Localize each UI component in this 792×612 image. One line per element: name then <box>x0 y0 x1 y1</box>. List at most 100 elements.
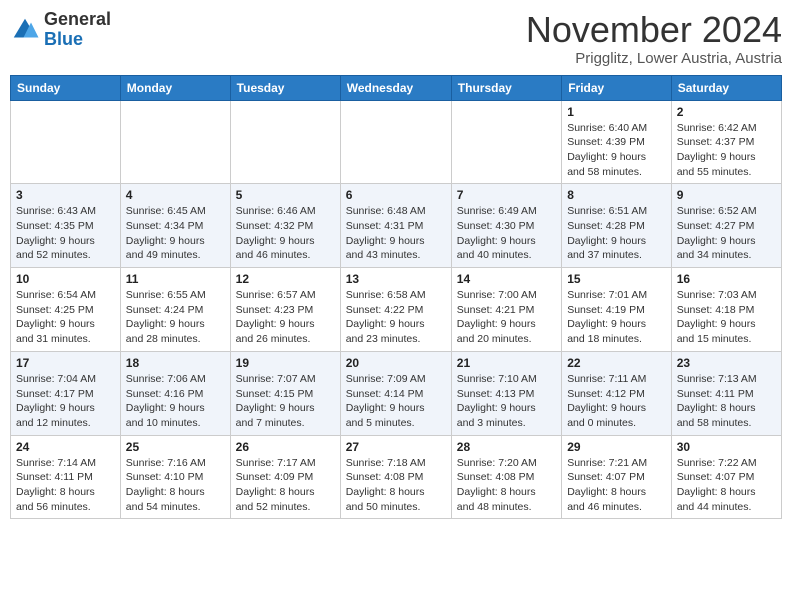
calendar-week-row: 3 Sunrise: 6:43 AMSunset: 4:35 PMDaylight… <box>11 184 782 268</box>
day-number: 20 <box>346 356 446 370</box>
calendar-week-row: 1Sunrise: 6:40 AMSunset: 4:39 PMDaylight… <box>11 100 782 184</box>
day-number: 1 <box>567 105 666 119</box>
day-number: 30 <box>677 440 776 454</box>
day-info: Sunrise: 7:14 AMSunset: 4:11 PMDaylight:… <box>16 456 115 515</box>
calendar-cell: 30 Sunrise: 7:22 AMSunset: 4:07 PMDayligh… <box>671 435 781 519</box>
day-info: Sunrise: 7:10 AMSunset: 4:13 PMDaylight:… <box>457 372 556 431</box>
day-info: Sunrise: 7:11 AMSunset: 4:12 PMDaylight:… <box>567 372 666 431</box>
day-number: 12 <box>236 272 335 286</box>
calendar-cell: 10 Sunrise: 6:54 AMSunset: 4:25 PMDayligh… <box>11 268 121 352</box>
day-info: Sunrise: 7:06 AMSunset: 4:16 PMDaylight:… <box>126 372 225 431</box>
weekday-header: Sunday <box>11 75 121 100</box>
day-number: 27 <box>346 440 446 454</box>
day-info: Sunrise: 7:18 AMSunset: 4:08 PMDaylight:… <box>346 456 446 515</box>
calendar-cell: 25Sunrise: 7:16 AMSunset: 4:10 PMDayligh… <box>120 435 230 519</box>
month-title: November 2024 <box>526 10 782 50</box>
day-info: Sunrise: 6:45 AMSunset: 4:34 PMDaylight:… <box>126 204 225 263</box>
day-info: Sunrise: 6:49 AMSunset: 4:30 PMDaylight:… <box>457 204 556 263</box>
day-number: 2 <box>677 105 776 119</box>
day-info: Sunrise: 7:21 AMSunset: 4:07 PMDaylight:… <box>567 456 666 515</box>
day-info: Sunrise: 7:07 AMSunset: 4:15 PMDaylight:… <box>236 372 335 431</box>
weekday-header-row: SundayMondayTuesdayWednesdayThursdayFrid… <box>11 75 782 100</box>
day-number: 16 <box>677 272 776 286</box>
calendar-cell: 14 Sunrise: 7:00 AMSunset: 4:21 PMDayligh… <box>451 268 561 352</box>
page: General Blue November 2024 Prigglitz, Lo… <box>0 0 792 612</box>
calendar-cell: 20 Sunrise: 7:09 AMSunset: 4:14 PMDayligh… <box>340 351 451 435</box>
day-number: 28 <box>457 440 556 454</box>
calendar-week-row: 10 Sunrise: 6:54 AMSunset: 4:25 PMDayligh… <box>11 268 782 352</box>
day-number: 3 <box>16 188 115 202</box>
day-info: Sunrise: 6:48 AMSunset: 4:31 PMDaylight:… <box>346 204 446 263</box>
day-number: 25 <box>126 440 225 454</box>
header: General Blue November 2024 Prigglitz, Lo… <box>10 10 782 67</box>
day-number: 23 <box>677 356 776 370</box>
day-number: 14 <box>457 272 556 286</box>
day-info: Sunrise: 7:20 AMSunset: 4:08 PMDaylight:… <box>457 456 556 515</box>
day-number: 15 <box>567 272 666 286</box>
calendar-cell: 26 Sunrise: 7:17 AMSunset: 4:09 PMDayligh… <box>230 435 340 519</box>
day-number: 29 <box>567 440 666 454</box>
day-number: 4 <box>126 188 225 202</box>
calendar-cell: 5Sunrise: 6:46 AMSunset: 4:32 PMDaylight… <box>230 184 340 268</box>
day-info: Sunrise: 6:52 AMSunset: 4:27 PMDaylight:… <box>677 204 776 263</box>
day-number: 17 <box>16 356 115 370</box>
calendar-cell: 11 Sunrise: 6:55 AMSunset: 4:24 PMDayligh… <box>120 268 230 352</box>
location: Prigglitz, Lower Austria, Austria <box>526 50 782 67</box>
calendar-cell: 24 Sunrise: 7:14 AMSunset: 4:11 PMDayligh… <box>11 435 121 519</box>
calendar-cell <box>451 100 561 184</box>
calendar-cell: 3 Sunrise: 6:43 AMSunset: 4:35 PMDaylight… <box>11 184 121 268</box>
day-info: Sunrise: 7:00 AMSunset: 4:21 PMDaylight:… <box>457 288 556 347</box>
calendar-cell: 29 Sunrise: 7:21 AMSunset: 4:07 PMDayligh… <box>562 435 672 519</box>
weekday-header: Tuesday <box>230 75 340 100</box>
weekday-header: Monday <box>120 75 230 100</box>
calendar-cell: 15 Sunrise: 7:01 AMSunset: 4:19 PMDayligh… <box>562 268 672 352</box>
day-info: Sunrise: 7:03 AMSunset: 4:18 PMDaylight:… <box>677 288 776 347</box>
day-info: Sunrise: 6:55 AMSunset: 4:24 PMDaylight:… <box>126 288 225 347</box>
calendar-cell: 28 Sunrise: 7:20 AMSunset: 4:08 PMDayligh… <box>451 435 561 519</box>
day-info: Sunrise: 6:46 AMSunset: 4:32 PMDaylight:… <box>236 204 335 263</box>
calendar-cell: 4 Sunrise: 6:45 AMSunset: 4:34 PMDaylight… <box>120 184 230 268</box>
calendar-cell: 1Sunrise: 6:40 AMSunset: 4:39 PMDaylight… <box>562 100 672 184</box>
day-info: Sunrise: 6:43 AMSunset: 4:35 PMDaylight:… <box>16 204 115 263</box>
calendar-cell <box>120 100 230 184</box>
weekday-header: Thursday <box>451 75 561 100</box>
calendar-week-row: 17 Sunrise: 7:04 AMSunset: 4:17 PMDayligh… <box>11 351 782 435</box>
logo-blue: Blue <box>44 30 111 50</box>
day-info: Sunrise: 6:42 AMSunset: 4:37 PMDaylight:… <box>677 121 776 180</box>
day-number: 24 <box>16 440 115 454</box>
day-number: 22 <box>567 356 666 370</box>
calendar-cell: 21 Sunrise: 7:10 AMSunset: 4:13 PMDayligh… <box>451 351 561 435</box>
day-number: 9 <box>677 188 776 202</box>
day-number: 19 <box>236 356 335 370</box>
day-info: Sunrise: 7:01 AMSunset: 4:19 PMDaylight:… <box>567 288 666 347</box>
day-number: 21 <box>457 356 556 370</box>
calendar-cell <box>340 100 451 184</box>
day-number: 10 <box>16 272 115 286</box>
calendar-cell: 13Sunrise: 6:58 AMSunset: 4:22 PMDayligh… <box>340 268 451 352</box>
calendar-cell: 23 Sunrise: 7:13 AMSunset: 4:11 PMDayligh… <box>671 351 781 435</box>
day-info: Sunrise: 7:09 AMSunset: 4:14 PMDaylight:… <box>346 372 446 431</box>
logo-icon <box>10 15 40 45</box>
day-number: 13 <box>346 272 446 286</box>
day-number: 18 <box>126 356 225 370</box>
day-number: 26 <box>236 440 335 454</box>
day-number: 8 <box>567 188 666 202</box>
calendar-cell <box>11 100 121 184</box>
day-info: Sunrise: 7:17 AMSunset: 4:09 PMDaylight:… <box>236 456 335 515</box>
logo-general: General <box>44 10 111 30</box>
day-number: 6 <box>346 188 446 202</box>
day-info: Sunrise: 6:54 AMSunset: 4:25 PMDaylight:… <box>16 288 115 347</box>
day-info: Sunrise: 7:04 AMSunset: 4:17 PMDaylight:… <box>16 372 115 431</box>
calendar-cell: 9 Sunrise: 6:52 AMSunset: 4:27 PMDaylight… <box>671 184 781 268</box>
calendar-cell <box>230 100 340 184</box>
calendar-cell: 7Sunrise: 6:49 AMSunset: 4:30 PMDaylight… <box>451 184 561 268</box>
calendar-cell: 27 Sunrise: 7:18 AMSunset: 4:08 PMDayligh… <box>340 435 451 519</box>
calendar-cell: 2 Sunrise: 6:42 AMSunset: 4:37 PMDaylight… <box>671 100 781 184</box>
calendar-cell: 6 Sunrise: 6:48 AMSunset: 4:31 PMDaylight… <box>340 184 451 268</box>
calendar-week-row: 24 Sunrise: 7:14 AMSunset: 4:11 PMDayligh… <box>11 435 782 519</box>
calendar: SundayMondayTuesdayWednesdayThursdayFrid… <box>10 75 782 520</box>
day-info: Sunrise: 7:22 AMSunset: 4:07 PMDaylight:… <box>677 456 776 515</box>
day-number: 11 <box>126 272 225 286</box>
day-info: Sunrise: 7:13 AMSunset: 4:11 PMDaylight:… <box>677 372 776 431</box>
calendar-cell: 18 Sunrise: 7:06 AMSunset: 4:16 PMDayligh… <box>120 351 230 435</box>
